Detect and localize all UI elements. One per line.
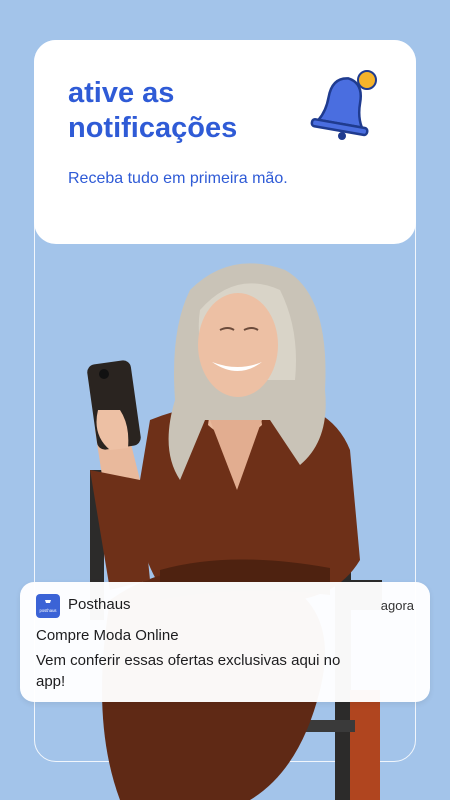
page-subtitle: Receba tudo em primeira mão. <box>68 170 288 187</box>
notification-body: Vem conferir essas ofertas exclusivas aq… <box>36 652 341 690</box>
notification-app-name: Posthaus <box>68 596 131 613</box>
notification-title: Compre Moda Online <box>36 627 179 644</box>
app-icon-text: posthaus <box>40 608 57 613</box>
page-title: ative as notificações <box>68 77 238 144</box>
bell-icon <box>310 70 377 140</box>
notification-time: agora <box>380 598 414 613</box>
push-notification[interactable]: posthaus Posthaus agora Compre Moda Onli… <box>20 582 430 702</box>
promo-photo <box>87 263 382 800</box>
posthaus-app-icon: posthaus <box>36 594 60 618</box>
header-card: ative as notificações Receba tudo em pri… <box>34 40 416 244</box>
